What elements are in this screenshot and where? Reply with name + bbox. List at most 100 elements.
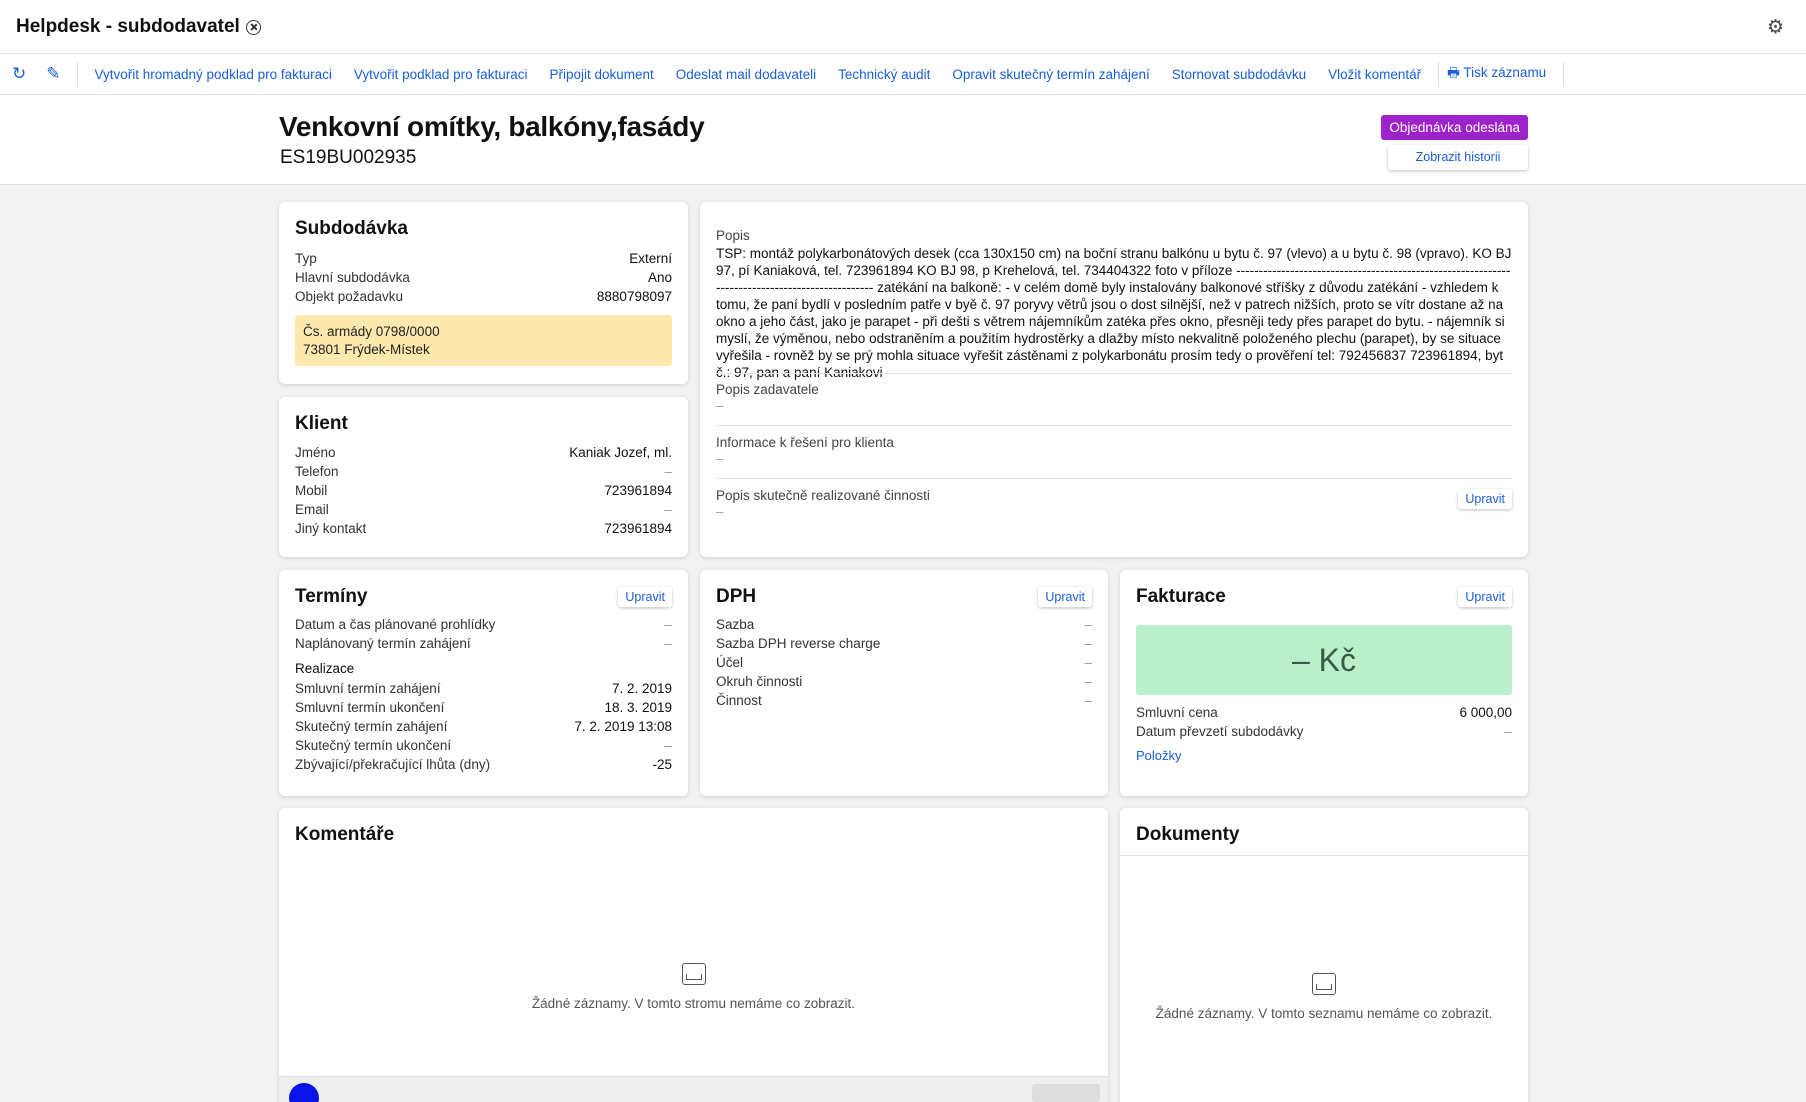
info-row: Smluvní termín ukončení 18. 3. 2019 xyxy=(295,698,672,717)
row-label: Sazba xyxy=(716,617,755,632)
row-value: – xyxy=(1504,724,1512,739)
row-value: – xyxy=(1084,693,1092,708)
card-title: Klient xyxy=(295,413,348,434)
close-circle-icon[interactable] xyxy=(245,19,261,35)
row-label: Naplánovaný termín zahájení xyxy=(295,636,471,651)
app-title-wrap: Helpdesk - subdodavatel xyxy=(16,16,261,38)
info-row: Hlavní subdodávka Ano xyxy=(295,268,672,287)
info-row: Naplánovaný termín zahájení – xyxy=(295,634,672,653)
row-label: Mobil xyxy=(295,483,328,498)
description-card: Popis TSP: montáž polykarbonátových dese… xyxy=(700,202,1528,557)
row-value: – xyxy=(664,464,672,479)
requester-description-value: – xyxy=(716,398,724,413)
refresh-icon[interactable]: ↻ xyxy=(0,64,36,84)
row-label: Objekt požadavku xyxy=(295,289,404,304)
row-label: Účel xyxy=(716,655,744,670)
user-avatar[interactable] xyxy=(289,1083,319,1102)
row-label: Typ xyxy=(295,251,317,266)
row-value: Ano xyxy=(647,270,672,285)
row-label: Datum převzetí subdodávky xyxy=(1136,724,1304,739)
description-text: TSP: montáž polykarbonátových desek (cca… xyxy=(716,246,1512,380)
row-value: 7. 2. 2019 13:08 xyxy=(574,719,672,734)
attach-document-button[interactable]: Připojit dokument xyxy=(538,67,664,82)
documents-card: Dokumenty Žádné záznamy. V tomto seznamu… xyxy=(1120,808,1528,1102)
comments-card: Komentáře Žádné záznamy. V tomto stromu … xyxy=(279,808,1108,1102)
row-value: – xyxy=(664,636,672,651)
comments-empty-state: Žádné záznamy. V tomto stromu nemáme co … xyxy=(279,963,1108,1011)
record-code: ES19BU002935 xyxy=(280,147,417,168)
info-row: Typ Externí xyxy=(295,249,672,268)
printer-icon: 🖶 xyxy=(1447,64,1460,80)
price-display: – Kč xyxy=(1136,625,1512,695)
row-label: Datum a čas plánované prohlídky xyxy=(295,617,496,632)
row-label: Zbývající/překračující lhůta (dny) xyxy=(295,757,491,772)
vat-card: DPH Upravit Sazba – Sazba DPH reverse cha… xyxy=(700,570,1108,796)
address-box: Čs. armády 0798/0000 73801 Frýdek-Místek xyxy=(295,315,672,366)
row-value: 723961894 xyxy=(604,521,672,536)
address-city: 73801 Frýdek-Místek xyxy=(303,342,430,357)
edit-vat-button[interactable]: Upravit xyxy=(1038,587,1092,607)
print-record-label: Tisk záznamu xyxy=(1463,64,1547,80)
create-invoice-button[interactable]: Vytvořit podklad pro fakturaci xyxy=(343,67,539,82)
info-row: Smluvní termín zahájení 7. 2. 2019 xyxy=(295,679,672,698)
row-label: Smluvní cena xyxy=(1136,705,1218,720)
action-toolbar: ↻ ✎ Vytvořit hromadný podklad pro faktur… xyxy=(0,54,1806,95)
row-value: – xyxy=(1084,655,1092,670)
fix-start-date-button[interactable]: Opravit skutečný termín zahájení xyxy=(941,67,1160,82)
row-value: Externí xyxy=(629,251,672,266)
info-row: Sazba – xyxy=(716,615,1092,634)
info-row: Objekt požadavku 8880798097 xyxy=(295,287,672,306)
row-label: Hlavní subdodávka xyxy=(295,270,410,285)
description-label: Popis xyxy=(716,228,750,243)
cancel-subdelivery-button[interactable]: Stornovat subdodávku xyxy=(1161,67,1317,82)
info-row: Skutečný termín zahájení 7. 2. 2019 13:08 xyxy=(295,717,672,736)
info-row: Činnost – xyxy=(716,691,1092,710)
technical-audit-button[interactable]: Technický audit xyxy=(827,67,941,82)
page-title: Venkovní omítky, balkóny,fasády xyxy=(279,111,705,142)
row-label: Smluvní termín ukončení xyxy=(295,700,445,715)
show-history-button[interactable]: Zobrazit historii xyxy=(1388,145,1528,170)
documents-empty-text: Žádné záznamy. V tomto seznamu nemáme co… xyxy=(1155,1006,1493,1021)
row-value: 6 000,00 xyxy=(1459,705,1512,720)
divider xyxy=(716,373,1512,374)
card-title: Termíny xyxy=(295,586,368,607)
create-bulk-invoice-button[interactable]: Vytvořit hromadný podklad pro fakturaci xyxy=(84,67,343,82)
dates-card: Termíny Upravit Datum a čas plánované pr… xyxy=(279,570,688,796)
divider xyxy=(1120,855,1528,856)
status-badge: Objednávka odeslána xyxy=(1381,115,1528,140)
add-comment-button[interactable]: Vložit komentář xyxy=(1317,67,1432,82)
info-row: Telefon – xyxy=(295,462,672,481)
pencil-icon[interactable]: ✎ xyxy=(36,64,70,84)
edit-dates-button[interactable]: Upravit xyxy=(618,587,672,607)
client-card: Klient Jméno Kaniak Jozef, ml. Telefon – M… xyxy=(279,397,688,557)
info-row: Sazba DPH reverse charge – xyxy=(716,634,1092,653)
info-row: Účel – xyxy=(716,653,1092,672)
billing-card: Fakturace Upravit – Kč Smluvní cena 6 000… xyxy=(1120,570,1528,796)
card-title: DPH xyxy=(716,586,757,607)
info-row: Zbývající/překračující lhůta (dny) -25 xyxy=(295,755,672,774)
row-value: – xyxy=(664,502,672,517)
row-value: – xyxy=(664,738,672,753)
info-row: Jiný kontakt 723961894 xyxy=(295,519,672,538)
row-label: Email xyxy=(295,502,329,517)
app-title: Helpdesk - subdodavatel xyxy=(16,16,240,37)
address-street: Čs. armády 0798/0000 xyxy=(303,324,440,339)
edit-description-button[interactable]: Upravit xyxy=(1458,489,1512,509)
divider xyxy=(716,478,1512,479)
toolbar-divider xyxy=(1438,62,1440,86)
send-mail-button[interactable]: Odeslat mail dodavateli xyxy=(665,67,827,82)
info-row: Email – xyxy=(295,500,672,519)
info-row: Datum a čas plánované prohlídky – xyxy=(295,615,672,634)
edit-billing-button[interactable]: Upravit xyxy=(1458,587,1512,607)
row-label: Jméno xyxy=(295,445,336,460)
items-link[interactable]: Položky xyxy=(1136,748,1182,763)
realized-activity-label: Popis skutečně realizované činnosti xyxy=(716,488,930,503)
row-value: – xyxy=(1084,617,1092,632)
client-info-value: – xyxy=(716,451,724,466)
info-row: Skutečný termín ukončení – xyxy=(295,736,672,755)
info-row: Okruh činnosti – xyxy=(716,672,1092,691)
print-record-button[interactable]: 🖶 Tisk záznamu xyxy=(1445,63,1557,86)
gear-icon[interactable]: ⚙ xyxy=(1767,16,1784,39)
requester-description-label: Popis zadavatele xyxy=(716,382,819,397)
send-comment-button[interactable] xyxy=(1032,1084,1100,1102)
